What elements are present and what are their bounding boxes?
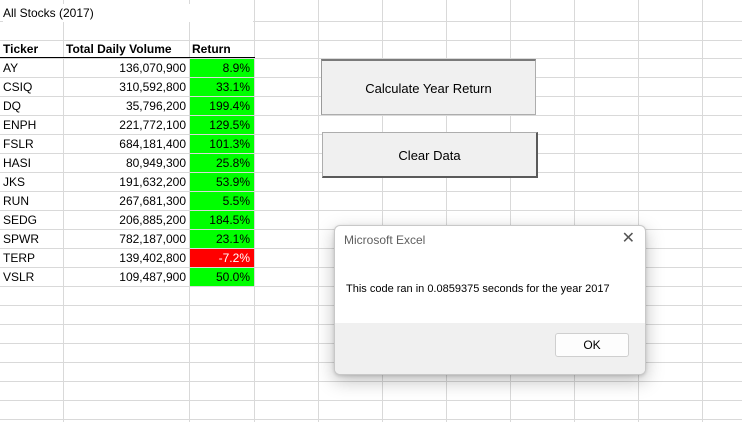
cell-return[interactable]: 199.4%: [190, 97, 254, 115]
cell-volume[interactable]: 191,632,200: [64, 173, 188, 191]
calculate-year-return-button[interactable]: Calculate Year Return: [321, 59, 536, 115]
cell-volume[interactable]: 310,592,800: [64, 78, 188, 96]
cell-volume[interactable]: 35,796,200: [64, 97, 188, 115]
cell-ticker[interactable]: RUN: [3, 192, 63, 210]
cell-return[interactable]: 23.1%: [190, 230, 254, 248]
dialog-title: Microsoft Excel: [344, 233, 426, 247]
sheet-title[interactable]: All Stocks (2017): [3, 4, 253, 22]
cell-volume[interactable]: 136,070,900: [64, 59, 188, 77]
cell-ticker[interactable]: SPWR: [3, 230, 63, 248]
cell-volume[interactable]: 782,187,000: [64, 230, 188, 248]
cell-ticker[interactable]: SEDG: [3, 211, 63, 229]
cell-volume[interactable]: 109,487,900: [64, 268, 188, 286]
dialog-footer: OK: [335, 323, 645, 374]
cell-return[interactable]: 184.5%: [190, 211, 254, 229]
clear-data-button[interactable]: Clear Data: [322, 132, 538, 178]
grid-line: [254, 0, 255, 422]
cell-volume[interactable]: 80,949,300: [64, 154, 188, 172]
cell-return[interactable]: 25.8%: [190, 154, 254, 172]
cell-ticker[interactable]: VSLR: [3, 268, 63, 286]
grid-line: [0, 419, 742, 420]
ok-button[interactable]: OK: [555, 333, 629, 357]
cell-ticker[interactable]: DQ: [3, 97, 63, 115]
cell-return[interactable]: 5.5%: [190, 192, 254, 210]
cell-return[interactable]: 50.0%: [190, 268, 254, 286]
grid-line: [702, 0, 703, 422]
grid-line: [0, 381, 742, 382]
cell-return[interactable]: 33.1%: [190, 78, 254, 96]
cell-volume[interactable]: 221,772,100: [64, 116, 188, 134]
cell-volume[interactable]: 267,681,300: [64, 192, 188, 210]
cell-ticker[interactable]: ENPH: [3, 116, 63, 134]
cell-ticker[interactable]: TERP: [3, 249, 63, 267]
close-icon[interactable]: ✕: [622, 230, 635, 248]
cell-return[interactable]: 53.9%: [190, 173, 254, 191]
message-box-dialog: Microsoft Excel ✕ This code ran in 0.085…: [334, 225, 646, 375]
cell-ticker[interactable]: AY: [3, 59, 63, 77]
cell-ticker[interactable]: JKS: [3, 173, 63, 191]
cell-return[interactable]: 129.5%: [190, 116, 254, 134]
cell-return[interactable]: 8.9%: [190, 59, 254, 77]
cell-ticker[interactable]: HASI: [3, 154, 63, 172]
cell-return[interactable]: 101.3%: [190, 135, 254, 153]
grid-line: [0, 400, 742, 401]
dialog-message: This code ran in 0.0859375 seconds for t…: [346, 283, 610, 295]
header-border: [0, 57, 255, 58]
header-return[interactable]: Return: [192, 40, 231, 58]
cell-volume[interactable]: 684,181,400: [64, 135, 188, 153]
cell-volume[interactable]: 139,402,800: [64, 249, 188, 267]
grid-line: [318, 0, 319, 422]
cell-volume[interactable]: 206,885,200: [64, 211, 188, 229]
cell-return[interactable]: -7.2%: [190, 249, 254, 267]
cell-ticker[interactable]: CSIQ: [3, 78, 63, 96]
cell-ticker[interactable]: FSLR: [3, 135, 63, 153]
header-total-daily-volume[interactable]: Total Daily Volume: [66, 40, 190, 58]
header-ticker[interactable]: Ticker: [3, 40, 63, 58]
